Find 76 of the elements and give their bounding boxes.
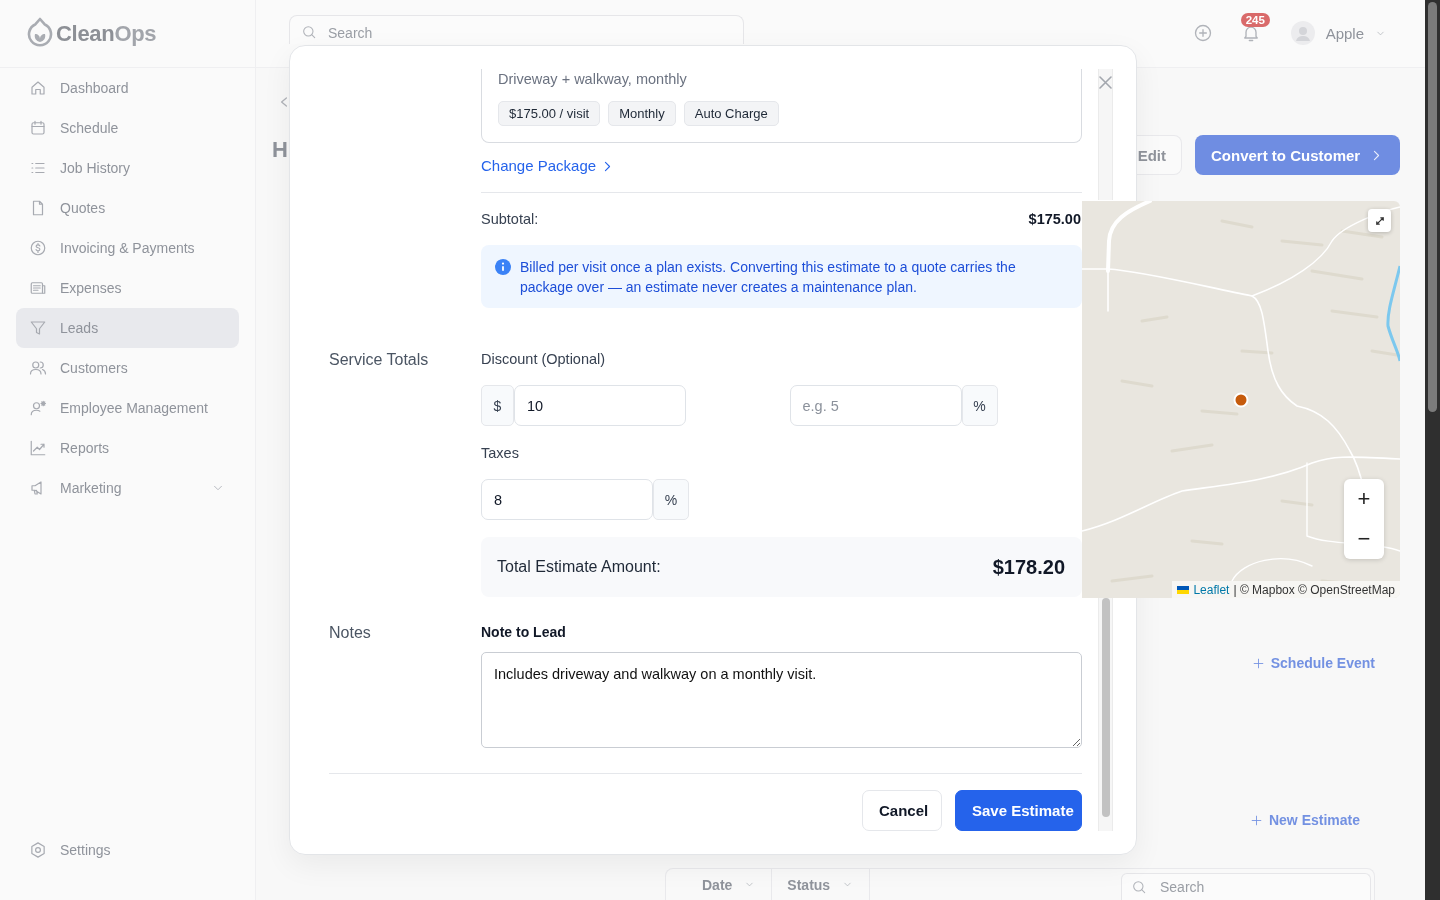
page-scrollbar-thumb[interactable] (1428, 2, 1437, 412)
attribution-link[interactable]: Leaflet (1193, 582, 1230, 597)
convert-button[interactable]: Convert to Customer (1195, 135, 1400, 175)
fullscreen-button[interactable] (1368, 209, 1391, 232)
sidebar-item[interactable]: Job History (16, 148, 239, 188)
settings-icon (29, 841, 47, 859)
tax-input[interactable]: 8 (481, 479, 653, 520)
chevron-right-icon (604, 160, 612, 172)
back-icon[interactable] (280, 96, 288, 108)
currency-addon: $ (481, 385, 514, 426)
sidebar-item[interactable]: Settings (16, 830, 239, 870)
zoom-in-button[interactable]: + (1344, 479, 1384, 519)
schedule-event-button[interactable]: Schedule Event (1251, 650, 1375, 676)
sidebar-item[interactable]: Invoicing & Payments (16, 228, 239, 268)
search-field[interactable]: Search (1121, 873, 1371, 900)
sidebar-item[interactable]: Employee Management (16, 388, 239, 428)
funnel-icon (29, 319, 47, 337)
note-textarea[interactable]: Includes driveway and walkway on a monthly visit. (481, 652, 1082, 748)
zoom-out-button[interactable]: − (1344, 519, 1384, 559)
package-description: Driveway + walkway, monthly (498, 70, 688, 89)
chevron-right-icon (1373, 149, 1380, 161)
package-tag: $175.00 / visit (498, 101, 601, 126)
filter-dropdown[interactable]: Status (772, 869, 871, 900)
calendar-icon (29, 119, 47, 137)
section-title: Service Totals (329, 350, 430, 370)
search-field[interactable]: Search (289, 15, 744, 44)
scrollbar-thumb[interactable] (1101, 598, 1110, 817)
edit-button[interactable]: Edit (1135, 135, 1182, 175)
filter-dropdown[interactable]: Date (666, 869, 773, 900)
sidebar-item[interactable]: Marketing (16, 468, 239, 508)
field-label: Taxes (481, 444, 520, 463)
users-icon (29, 359, 47, 377)
total-label: Total Estimate Amount: (497, 558, 661, 576)
plus-icon (1251, 656, 1265, 670)
map-marker-icon[interactable] (1233, 392, 1249, 408)
logo-text: CleanOps (56, 20, 157, 47)
subtotal-label: Subtotal: (481, 210, 539, 229)
discount-amount-input[interactable]: 10 (514, 385, 686, 426)
sidebar-item[interactable]: Reports (16, 428, 239, 468)
newspaper-icon (29, 279, 47, 297)
field-label: Discount (Optional) (481, 350, 607, 369)
new-estimate-button[interactable]: New Estimate (1249, 808, 1360, 832)
subtotal-value: $175.00 (1028, 210, 1081, 229)
package-tag: Auto Charge (683, 101, 779, 126)
plus-icon (1249, 813, 1263, 827)
close-icon[interactable] (1099, 76, 1112, 89)
notice-text: Billed per visit once a plan exists. Converting this estimate to a quote carries the package over — an estimate never creates a maintenance plan. (520, 258, 1017, 297)
attribution-text: | © Mapbox © OpenStreetMap (1233, 582, 1395, 597)
flag-icon (1177, 585, 1190, 594)
sidebar-item[interactable]: Quotes (16, 188, 239, 228)
section-title: Notes (329, 623, 372, 643)
chart-icon (29, 439, 47, 457)
avatar-icon[interactable] (1290, 21, 1315, 45)
sidebar-item[interactable]: Schedule (16, 108, 239, 148)
discount-percent-input[interactable]: e.g. 5 (789, 385, 962, 426)
percent-addon: % (961, 385, 998, 426)
home-icon (29, 79, 47, 97)
package-tag: Monthly (608, 101, 676, 126)
sidebar-item[interactable]: Expenses (16, 268, 239, 308)
user-name[interactable]: Apple (1325, 24, 1364, 42)
page-title: H (272, 136, 288, 164)
save-button[interactable]: Save Estimate (955, 790, 1082, 831)
percent-addon: % (653, 479, 689, 520)
expand-icon (1375, 216, 1384, 225)
sidebar-item[interactable]: Leads (16, 308, 239, 348)
sidebar-item[interactable]: Customers (16, 348, 239, 388)
add-icon[interactable] (1192, 23, 1213, 43)
sidebar-item[interactable]: Dashboard (16, 68, 239, 108)
notification-badge: 245 (1240, 13, 1270, 27)
dollar-icon (29, 239, 47, 257)
change-package-link[interactable]: Change Package (481, 156, 612, 176)
cancel-button[interactable]: Cancel (862, 790, 942, 831)
info-icon (495, 259, 511, 275)
field-label: Note to Lead (481, 623, 567, 642)
total-value: $178.20 (992, 555, 1065, 579)
user-star-icon (29, 399, 47, 417)
